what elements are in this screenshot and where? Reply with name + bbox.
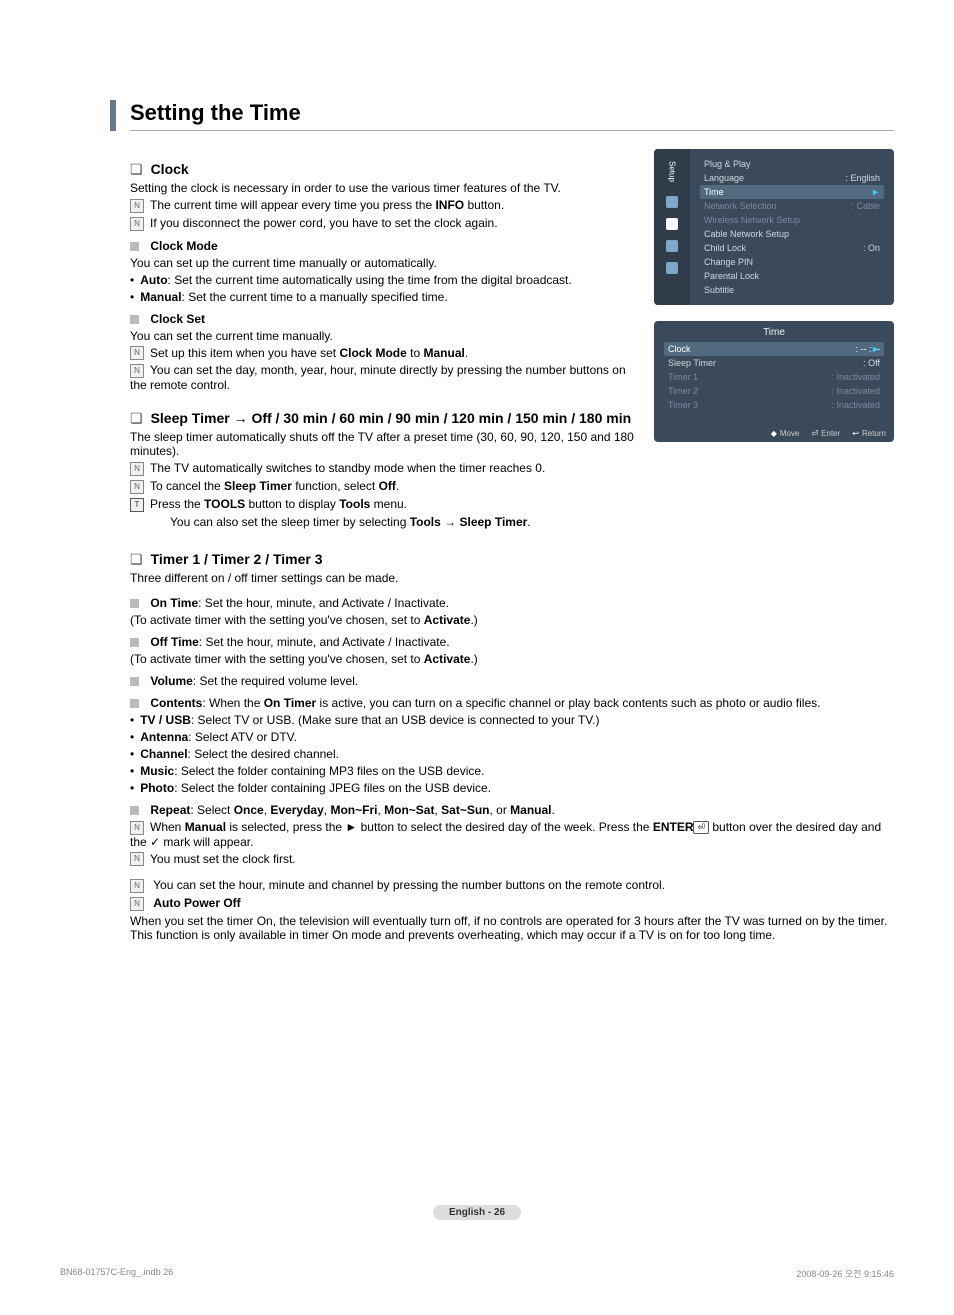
osd-time-row: Timer 3: Inactivated bbox=[664, 398, 884, 412]
osd-setup-row: Wireless Network Setup bbox=[700, 213, 884, 227]
print-date: 2008-09-26 오전 9:15:46 bbox=[796, 1267, 894, 1280]
clock-mode-label: Clock Mode bbox=[150, 239, 217, 253]
square-bullet-icon bbox=[130, 677, 139, 686]
osd-move-hint: Move bbox=[771, 429, 800, 438]
clock-mode-desc: You can set up the current time manually… bbox=[130, 256, 644, 270]
page-number: English - 26 bbox=[433, 1205, 521, 1220]
section-icon: ❏ bbox=[130, 551, 143, 568]
square-bullet-icon bbox=[130, 599, 139, 608]
osd-setup-row: Subtitle bbox=[700, 283, 884, 297]
osd-setup-row: Network Selection: Cable bbox=[700, 199, 884, 213]
note-icon: N bbox=[130, 199, 144, 213]
osd-setup-panel: Setup Plug & PlayLanguage: EnglishTime►N… bbox=[654, 149, 894, 305]
sleep-note: The TV automatically switches to standby… bbox=[150, 461, 545, 475]
paint-icon bbox=[666, 196, 678, 208]
app-icon bbox=[666, 262, 678, 274]
on-time-sub: (To activate timer with the setting you'… bbox=[130, 613, 894, 627]
clock-mode-auto: Auto: Set the current time automatically… bbox=[130, 273, 644, 287]
square-bullet-icon bbox=[130, 699, 139, 708]
osd-enter-hint: Enter bbox=[811, 429, 840, 438]
gear-icon bbox=[666, 218, 678, 230]
repeat: Repeat: Select Once, Everyday, Mon~Fri, … bbox=[150, 803, 555, 817]
input-icon bbox=[666, 240, 678, 252]
osd-time-row: Sleep Timer: Off bbox=[664, 356, 884, 370]
sleep-note: To cancel the Sleep Timer function, sele… bbox=[150, 479, 399, 493]
square-bullet-icon bbox=[130, 315, 139, 324]
page-title: Setting the Time bbox=[130, 100, 894, 131]
square-bullet-icon bbox=[130, 806, 139, 815]
contents: Contents: When the On Timer is active, y… bbox=[150, 696, 820, 710]
clock-set-note: You can set the day, month, year, hour, … bbox=[130, 363, 626, 392]
bottom-note: You can set the hour, minute and channel… bbox=[153, 878, 665, 892]
timers-heading: Timer 1 / Timer 2 / Timer 3 bbox=[151, 551, 323, 567]
auto-off-text: When you set the timer On, the televisio… bbox=[130, 914, 894, 942]
note-icon: N bbox=[130, 364, 144, 378]
osd-setup-row: Change PIN bbox=[700, 255, 884, 269]
osd-setup-row: Time► bbox=[700, 185, 884, 199]
contents-music: Music: Select the folder containing MP3 … bbox=[130, 764, 894, 778]
note-icon: N bbox=[130, 852, 144, 866]
print-file: BN68-01757C-Eng_.indb 26 bbox=[60, 1267, 173, 1280]
osd-time-row: Timer 1: Inactivated bbox=[664, 370, 884, 384]
sleep-tool-sub: You can also set the sleep timer by sele… bbox=[170, 515, 644, 529]
sleep-timer-desc: The sleep timer automatically shuts off … bbox=[130, 430, 644, 458]
note-icon: N bbox=[130, 821, 144, 835]
note-icon: N bbox=[130, 480, 144, 494]
contents-channel: Channel: Select the desired channel. bbox=[130, 747, 894, 761]
osd-sidebar-label: Setup bbox=[668, 157, 677, 186]
section-icon: ❏ bbox=[130, 161, 143, 178]
sleep-tool: Press the TOOLS button to display Tools … bbox=[150, 497, 407, 511]
clock-set-desc: You can set the current time manually. bbox=[130, 329, 644, 343]
note-icon: N bbox=[130, 879, 144, 893]
osd-time-row: Timer 2: Inactivated bbox=[664, 384, 884, 398]
tools-icon: T bbox=[130, 498, 144, 512]
volume: Volume: Set the required volume level. bbox=[150, 674, 358, 688]
repeat-note: When Manual is selected, press the ► but… bbox=[130, 820, 881, 849]
timers-desc: Three different on / off timer settings … bbox=[130, 571, 644, 585]
contents-tvusb: TV / USB: Select TV or USB. (Make sure t… bbox=[130, 713, 894, 727]
osd-setup-row: Cable Network Setup bbox=[700, 227, 884, 241]
note-icon: N bbox=[130, 897, 144, 911]
clock-set-label: Clock Set bbox=[150, 312, 205, 326]
off-time-sub: (To activate timer with the setting you'… bbox=[130, 652, 894, 666]
clock-desc: Setting the clock is necessary in order … bbox=[130, 181, 644, 195]
on-time: On Time: Set the hour, minute, and Activ… bbox=[150, 596, 449, 610]
clock-note: The current time will appear every time … bbox=[150, 198, 504, 212]
section-icon: ❏ bbox=[130, 410, 143, 427]
osd-setup-row: Child Lock: On bbox=[700, 241, 884, 255]
auto-off-label: Auto Power Off bbox=[153, 896, 240, 910]
contents-photo: Photo: Select the folder containing JPEG… bbox=[130, 781, 894, 795]
square-bullet-icon bbox=[130, 242, 139, 251]
off-time: Off Time: Set the hour, minute, and Acti… bbox=[150, 635, 449, 649]
repeat-note2: You must set the clock first. bbox=[150, 852, 296, 866]
osd-setup-row: Parental Lock bbox=[700, 269, 884, 283]
clock-mode-manual: Manual: Set the current time to a manual… bbox=[130, 290, 644, 304]
clock-set-note: Set up this item when you have set Clock… bbox=[150, 346, 468, 360]
clock-note: If you disconnect the power cord, you ha… bbox=[150, 216, 498, 230]
note-icon: N bbox=[130, 217, 144, 231]
osd-setup-row: Plug & Play bbox=[700, 157, 884, 171]
clock-heading: Clock bbox=[151, 161, 189, 177]
contents-antenna: Antenna: Select ATV or DTV. bbox=[130, 730, 894, 744]
square-bullet-icon bbox=[130, 638, 139, 647]
osd-time-row: Clock: -- : --► bbox=[664, 342, 884, 356]
note-icon: N bbox=[130, 462, 144, 476]
note-icon: N bbox=[130, 346, 144, 360]
osd-time-panel: Time Clock: -- : --►Sleep Timer: OffTime… bbox=[654, 321, 894, 442]
sleep-timer-heading: Sleep Timer → Off / 30 min / 60 min / 90… bbox=[151, 410, 632, 426]
osd-return-hint: Return bbox=[852, 429, 886, 438]
osd-time-title: Time bbox=[654, 321, 894, 342]
osd-setup-row: Language: English bbox=[700, 171, 884, 185]
